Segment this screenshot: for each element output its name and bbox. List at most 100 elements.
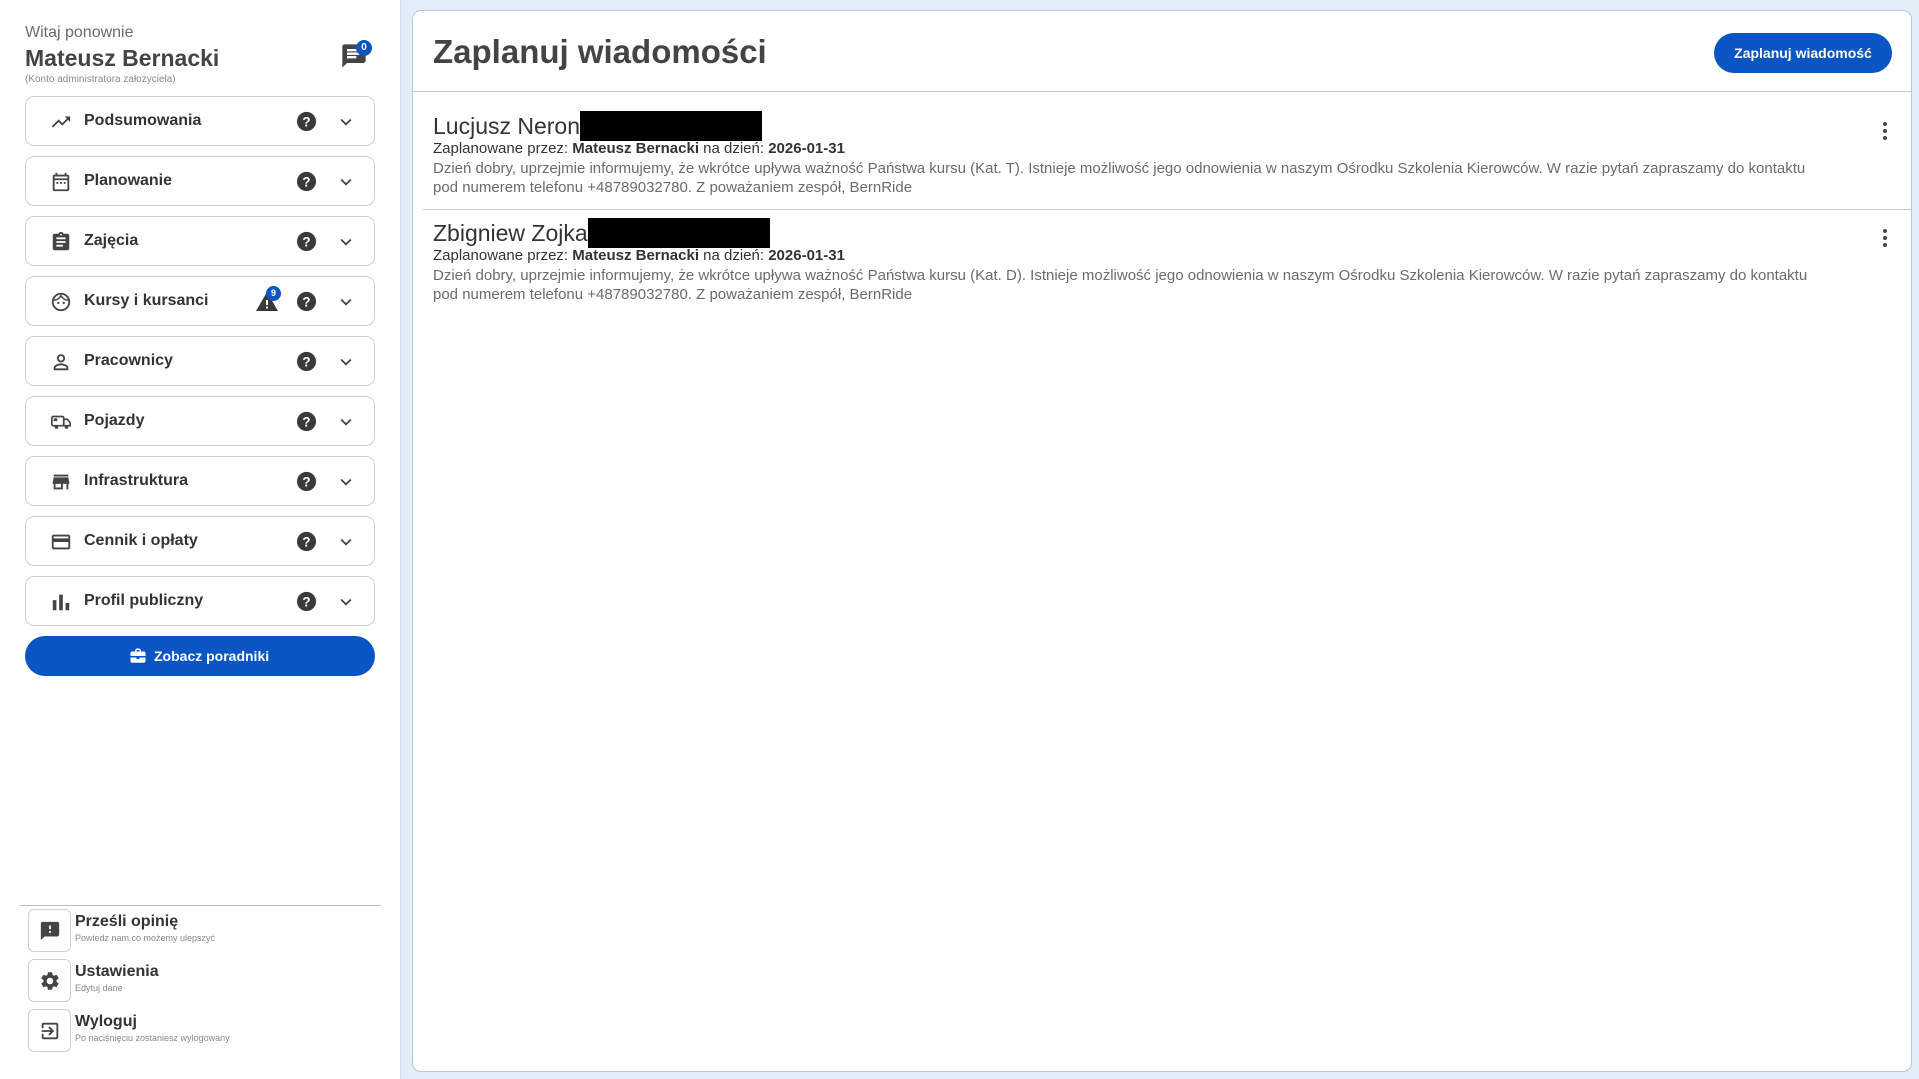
guides-button-label: Zobacz poradniki: [154, 648, 270, 664]
menu-item-label: Pojazdy: [84, 412, 145, 429]
help-icon[interactable]: ?: [295, 110, 318, 133]
greeting-text: Witaj ponownie: [25, 24, 134, 41]
gear-icon: [41, 972, 59, 990]
more-options-icon[interactable]: [1873, 226, 1897, 250]
divider: [413, 91, 1911, 92]
menu-item-kursy-i-kursanci[interactable]: Kursy i kursanci 9 ?: [25, 276, 375, 326]
main-card: Zaplanuj wiadomości Zaplanuj wiadomość L…: [412, 10, 1912, 1072]
settings-title: Ustawienia: [75, 963, 159, 980]
trending-up-icon: [51, 116, 71, 128]
chevron-down-icon[interactable]: [335, 411, 357, 433]
schedule-meta: Zaplanowane przez: Mateusz Bernacki na d…: [433, 247, 845, 264]
messages-count-badge: 0: [356, 40, 372, 56]
menu-item-label: Zajęcia: [84, 232, 139, 249]
menu-item-label: Kursy i kursanci: [84, 292, 209, 309]
svg-text:?: ?: [302, 294, 310, 309]
schedule-message-button[interactable]: Zaplanuj wiadomość: [1714, 33, 1892, 73]
divider: [20, 905, 381, 906]
help-icon[interactable]: ?: [295, 530, 318, 553]
warning-count-badge: 9: [266, 286, 281, 301]
feedback-subtitle: Powiedz nam co możemy ulepszyć: [75, 933, 216, 943]
on-day-label: na dzień:: [703, 140, 765, 157]
help-icon[interactable]: ?: [295, 170, 318, 193]
logout-title: Wyloguj: [75, 1013, 137, 1030]
logout-subtitle: Po naciśnięciu zostaniesz wylogowany: [75, 1033, 230, 1043]
feedback-title: Prześli opinię: [75, 913, 179, 930]
more-options-icon[interactable]: [1873, 119, 1897, 143]
settings-subtitle: Edytuj dane: [75, 983, 123, 993]
settings-button[interactable]: Ustawienia Edytuj dane: [28, 959, 328, 1003]
menu-item-infrastruktura[interactable]: Infrastruktura ?: [25, 456, 375, 506]
menu-item-label: Podsumowania: [84, 112, 202, 129]
svg-text:?: ?: [302, 534, 310, 549]
feedback-icon: [40, 921, 60, 941]
chevron-down-icon[interactable]: [335, 171, 357, 193]
svg-text:?: ?: [302, 474, 310, 489]
settings-icon-box: [28, 959, 71, 1002]
recipient-name: Zbigniew Zojka: [433, 220, 588, 246]
chevron-down-icon[interactable]: [335, 231, 357, 253]
menu-item-planowanie[interactable]: Planowanie ?: [25, 156, 375, 206]
sidebar: Witaj ponownie Mateusz Bernacki (Konto a…: [0, 0, 400, 1079]
help-icon[interactable]: ?: [295, 290, 318, 313]
user-name: Mateusz Bernacki: [25, 45, 220, 71]
page-title: Zaplanuj wiadomości: [433, 33, 767, 70]
credit-card-icon: [51, 534, 71, 550]
chevron-down-icon[interactable]: [335, 291, 357, 313]
svg-text:?: ?: [302, 114, 310, 129]
calendar-icon: [52, 172, 70, 192]
menu-item-profil-publiczny[interactable]: Profil publiczny ?: [25, 576, 375, 626]
on-day-label: na dzień:: [703, 247, 765, 264]
menu-item-label: Profil publiczny: [84, 592, 204, 609]
chevron-down-icon[interactable]: [335, 471, 357, 493]
recipient-name: Lucjusz Neron: [433, 113, 581, 139]
logout-icon: [41, 1022, 59, 1040]
account-type: (Konto administratora założyciela): [25, 74, 176, 85]
clipboard-icon: [52, 231, 70, 251]
help-icon[interactable]: ?: [295, 410, 318, 433]
logout-icon-box: [28, 1009, 71, 1052]
face-icon: [51, 292, 71, 312]
logout-button[interactable]: Wyloguj Po naciśnięciu zostaniesz wylogo…: [28, 1009, 328, 1053]
chevron-down-icon[interactable]: [335, 531, 357, 553]
vehicle-icon: [51, 415, 71, 429]
person-icon: [53, 354, 69, 371]
help-icon[interactable]: ?: [295, 470, 318, 493]
author-name: Mateusz Bernacki: [572, 247, 699, 264]
menu-item-podsumowania[interactable]: Podsumowania ?: [25, 96, 375, 146]
chevron-down-icon[interactable]: [335, 111, 357, 133]
scheduled-by-label: Zaplanowane przez:: [433, 140, 569, 157]
chevron-down-icon[interactable]: [335, 351, 357, 373]
bar-chart-icon: [52, 594, 70, 611]
schedule-meta: Zaplanowane przez: Mateusz Bernacki na d…: [433, 140, 845, 157]
svg-text:?: ?: [302, 354, 310, 369]
divider: [423, 209, 1911, 210]
author-name: Mateusz Bernacki: [572, 140, 699, 157]
svg-text:?: ?: [302, 414, 310, 429]
feedback-icon-box: [28, 909, 71, 952]
scheduled-date: 2026-01-31: [768, 247, 845, 264]
scheduled-by-label: Zaplanowane przez:: [433, 247, 569, 264]
menu-item-zajecia[interactable]: Zajęcia ?: [25, 216, 375, 266]
feedback-button[interactable]: Prześli opinię Powiedz nam co możemy ule…: [28, 909, 328, 953]
guides-button[interactable]: Zobacz poradniki: [25, 636, 375, 676]
menu-item-pracownicy[interactable]: Pracownicy ?: [25, 336, 375, 386]
svg-text:?: ?: [302, 174, 310, 189]
menu-item-cennik-i-oplaty[interactable]: Cennik i opłaty ?: [25, 516, 375, 566]
help-icon[interactable]: ?: [295, 350, 318, 373]
chevron-down-icon[interactable]: [335, 591, 357, 613]
menu-item-label: Pracownicy: [84, 352, 173, 369]
menu-item-label: Planowanie: [84, 172, 173, 189]
menu-item-label: Infrastruktura: [84, 472, 189, 489]
help-icon[interactable]: ?: [295, 590, 318, 613]
guide-box-icon: [130, 648, 146, 663]
help-icon[interactable]: ?: [295, 230, 318, 253]
message-text: Dzień dobry, uprzejmie informujemy, że w…: [433, 160, 1806, 196]
svg-text:?: ?: [302, 234, 310, 249]
redacted-block: [580, 111, 763, 141]
recipient-line: Zbigniew Zojka: [433, 218, 770, 248]
recipient-line: Lucjusz Neron: [433, 111, 763, 141]
svg-text:?: ?: [302, 594, 310, 609]
menu-item-label: Cennik i opłaty: [84, 532, 198, 549]
menu-item-pojazdy[interactable]: Pojazdy ?: [25, 396, 375, 446]
